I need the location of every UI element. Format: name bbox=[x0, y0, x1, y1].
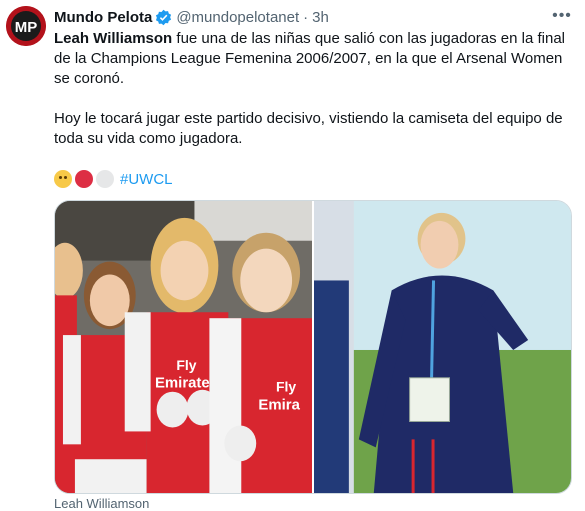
svg-text:Fly: Fly bbox=[276, 379, 296, 395]
svg-text:Emira: Emira bbox=[258, 398, 300, 414]
white-circle-emoji-icon bbox=[96, 170, 114, 188]
author-handle[interactable]: @mundopelotanet bbox=[176, 9, 299, 26]
adult-player-arsenal-tracksuit-photo[interactable] bbox=[314, 201, 571, 493]
mundo-pelota-logo-icon: MP bbox=[6, 6, 46, 46]
tweet-header: Mundo Pelota @mundopelotanet · 3h ••• bbox=[54, 7, 573, 27]
svg-text:MP: MP bbox=[15, 19, 38, 36]
young-girls-arsenal-kit-photo[interactable]: Fly Emirates Fly Emira bbox=[55, 201, 312, 493]
verified-badge-icon bbox=[155, 9, 172, 26]
image-caption: Leah Williamson bbox=[54, 496, 150, 511]
media-grid: Fly Emirates Fly Emira bbox=[54, 200, 572, 494]
red-circle-emoji-icon bbox=[75, 170, 93, 188]
ellipsis-icon[interactable]: ••• bbox=[551, 5, 573, 27]
tweet-paragraph-1: Leah Williamson fue una de las niñas que… bbox=[54, 29, 576, 89]
timestamp[interactable]: 3h bbox=[312, 9, 329, 26]
author-name[interactable]: Mundo Pelota bbox=[54, 9, 152, 26]
separator-dot: · bbox=[303, 8, 309, 26]
tweet-bold-name: Leah Williamson bbox=[54, 30, 173, 47]
tweet-text: Leah Williamson fue una de las niñas que… bbox=[54, 29, 576, 149]
avatar[interactable]: MP bbox=[6, 6, 46, 46]
hashtag-link[interactable]: #UWCL bbox=[120, 171, 173, 188]
svg-text:Emirates: Emirates bbox=[155, 376, 218, 392]
tweet-paragraph-2: Hoy le tocará jugar este partido decisiv… bbox=[54, 110, 563, 147]
svg-text:Fly: Fly bbox=[176, 357, 196, 373]
crying-face-emoji-icon bbox=[54, 170, 72, 188]
emoji-hashtag-line: #UWCL bbox=[54, 168, 173, 190]
